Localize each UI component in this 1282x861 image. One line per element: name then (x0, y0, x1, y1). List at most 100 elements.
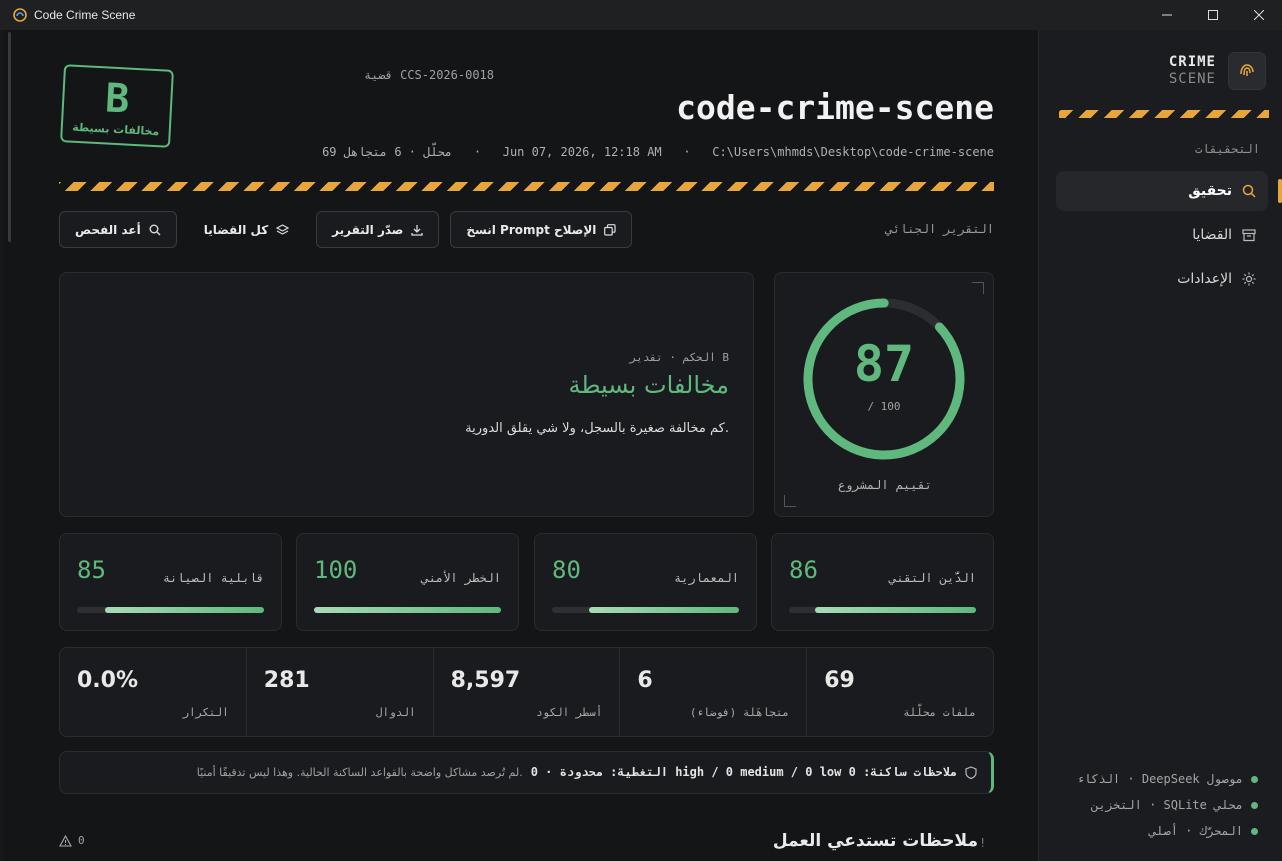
stat-value: 69 (824, 668, 855, 693)
page-title: code-crime-scene (676, 88, 994, 127)
rescan-label: أعد الفحص (75, 222, 141, 237)
stat-duplication: 0.0% التكرار (60, 648, 247, 736)
stat-label: أسطر الكود (536, 706, 603, 719)
sidebar-caution-tape (1059, 110, 1269, 118)
window-title: Code Crime Scene (34, 7, 136, 22)
metric-bar (77, 607, 264, 613)
layers-icon (276, 223, 290, 235)
sidebar-item-label: الإعدادات (1177, 271, 1232, 287)
stat-ignored: 6 متجاهَلة (فوضاء) (620, 648, 808, 736)
notes-count-value: 0 (78, 834, 85, 847)
search-icon (149, 224, 161, 235)
stats-strip: 0.0% التكرار 281 الدوال 8,597 أسطر الكود… (59, 647, 994, 737)
close-button[interactable] (1236, 0, 1282, 30)
download-icon (411, 224, 424, 236)
metric-value: 86 (789, 556, 818, 584)
fingerprint-icon (1228, 52, 1266, 90)
score-panel: 87 / 100 تقييم المشروع (774, 272, 994, 517)
shield-icon (965, 765, 977, 779)
gear-icon (1242, 272, 1256, 286)
status-engine: المحرّك · أصلي (1149, 824, 1258, 838)
status-text: الذكاء · DeepSeek موصول (1076, 772, 1243, 786)
app-logo-icon (13, 7, 27, 22)
warning-icon (59, 834, 72, 847)
notes-marker: ! (980, 836, 985, 850)
coverage-summary: التغطية: محدودة · 0 high / 0 medium / 0 … (530, 765, 957, 779)
sidebar-item-cases[interactable]: القضايا (1056, 215, 1268, 255)
score-caption: تقييم المشروع (838, 478, 932, 492)
status-ai: الذكاء · DeepSeek موصول (1077, 772, 1258, 786)
metric-bar (552, 607, 739, 613)
caution-tape (59, 182, 994, 191)
brand-line-2: SCENE (1168, 71, 1216, 87)
minimize-button[interactable] (1144, 0, 1190, 30)
metric-label: المعمارية (673, 571, 739, 585)
stat-label: متجاهَلة (فوضاء) (689, 706, 790, 719)
metric-label: الخطر الأمني (421, 571, 501, 585)
stat-functions: 281 الدوال (247, 648, 434, 736)
sidebar: CRIME SCENE التحقيقات تحقيق القضايا الإع… (1038, 30, 1282, 861)
coverage-banner: لم تُرصد مشاكل واضحة بالقواعد الساكنة ال… (59, 751, 994, 794)
export-report-button[interactable]: صدّر التقرير (316, 211, 440, 248)
toolbar: أعد الفحص كل القضايا صدّر التقرير انسخ P… (59, 211, 633, 248)
maximize-icon (1208, 10, 1218, 20)
copy-icon (604, 223, 617, 236)
verdict-kicker: الحكم · تقدير B (629, 351, 729, 364)
metric-value: 100 (314, 556, 358, 584)
corner-mark (972, 282, 984, 294)
metric-bar (314, 607, 501, 613)
all-cases-button[interactable]: كل القضايا (188, 211, 305, 248)
coverage-note: لم تُرصد مشاكل واضحة بالقواعد الساكنة ال… (196, 765, 523, 779)
metric-card-tech-debt: 86 الدَّين التقني (771, 533, 994, 631)
metric-value: 85 (77, 556, 106, 584)
grade-stamp: B مخالفات بسيطة (60, 64, 174, 148)
status-storage: التخزين · SQLite محلي (1091, 798, 1258, 812)
stat-value: 8,597 (450, 668, 521, 693)
scan-meta: 69 محلّل · 6 متجاهل · Jun 07, 2026, 12:1… (322, 145, 994, 159)
metric-label: قابلية الصيانة (162, 571, 264, 585)
stamp-grade: B (104, 75, 131, 123)
metric-label: الدَّين التقني (889, 571, 976, 585)
verdict-description: كم مخالفة صغيرة بالسجل، ولا شي يقلق الدو… (465, 421, 729, 436)
metric-value: 80 (552, 556, 581, 584)
verdict-title: مخالفات بسيطة (568, 371, 729, 399)
status-text: المحرّك · أصلي (1149, 824, 1243, 838)
score-max: / 100 (867, 400, 901, 413)
status-dot-icon (1251, 827, 1258, 835)
maximize-button[interactable] (1190, 0, 1236, 30)
stat-lines: 8,597 أسطر الكود (434, 648, 621, 736)
metric-card-security: 100 الخطر الأمني (296, 533, 519, 631)
metric-bar-fill (105, 607, 264, 613)
stat-label: التكرار (182, 706, 229, 719)
copy-prompt-label: انسخ Prompt الإصلاح (466, 222, 597, 237)
stat-value: 0.0% (77, 668, 139, 693)
brand-line-1: CRIME (1168, 54, 1216, 70)
sidebar-item-investigate[interactable]: تحقيق (1056, 171, 1282, 211)
report-label: التقرير الجنائي (885, 222, 994, 236)
corner-mark (784, 495, 796, 507)
metric-bar-fill (589, 607, 739, 613)
archive-icon (1242, 229, 1256, 242)
notes-heading: ملاحظات تستدعي العمل (772, 831, 978, 851)
search-icon (1242, 184, 1256, 198)
export-label: صدّر التقرير (332, 222, 404, 237)
status-text: التخزين · SQLite محلي (1091, 798, 1243, 812)
stat-value: 281 (263, 668, 310, 693)
scrollbar[interactable] (8, 32, 11, 242)
sidebar-item-settings[interactable]: الإعدادات (1056, 259, 1268, 299)
metric-card-maintainability: 85 قابلية الصيانة (59, 533, 282, 631)
case-id: قضية CCS-2026-0018 (363, 68, 494, 82)
score-value: 87 (853, 335, 915, 393)
status-dot-icon (1251, 801, 1258, 809)
title-bar: Code Crime Scene (0, 0, 1282, 30)
stat-files: 69 ملفات محلّلة (807, 648, 993, 736)
metric-bar (789, 607, 976, 613)
stat-value: 6 (637, 668, 653, 693)
copy-prompt-button[interactable]: انسخ Prompt الإصلاح (450, 211, 633, 248)
metric-card-architecture: 80 المعمارية (534, 533, 757, 631)
stat-label: ملفات محلّلة (903, 706, 976, 719)
metric-bar-fill (314, 607, 501, 613)
verdict-panel: الحكم · تقدير B مخالفات بسيطة كم مخالفة … (59, 272, 754, 517)
brand: CRIME SCENE (1169, 52, 1266, 90)
rescan-button[interactable]: أعد الفحص (59, 211, 177, 248)
